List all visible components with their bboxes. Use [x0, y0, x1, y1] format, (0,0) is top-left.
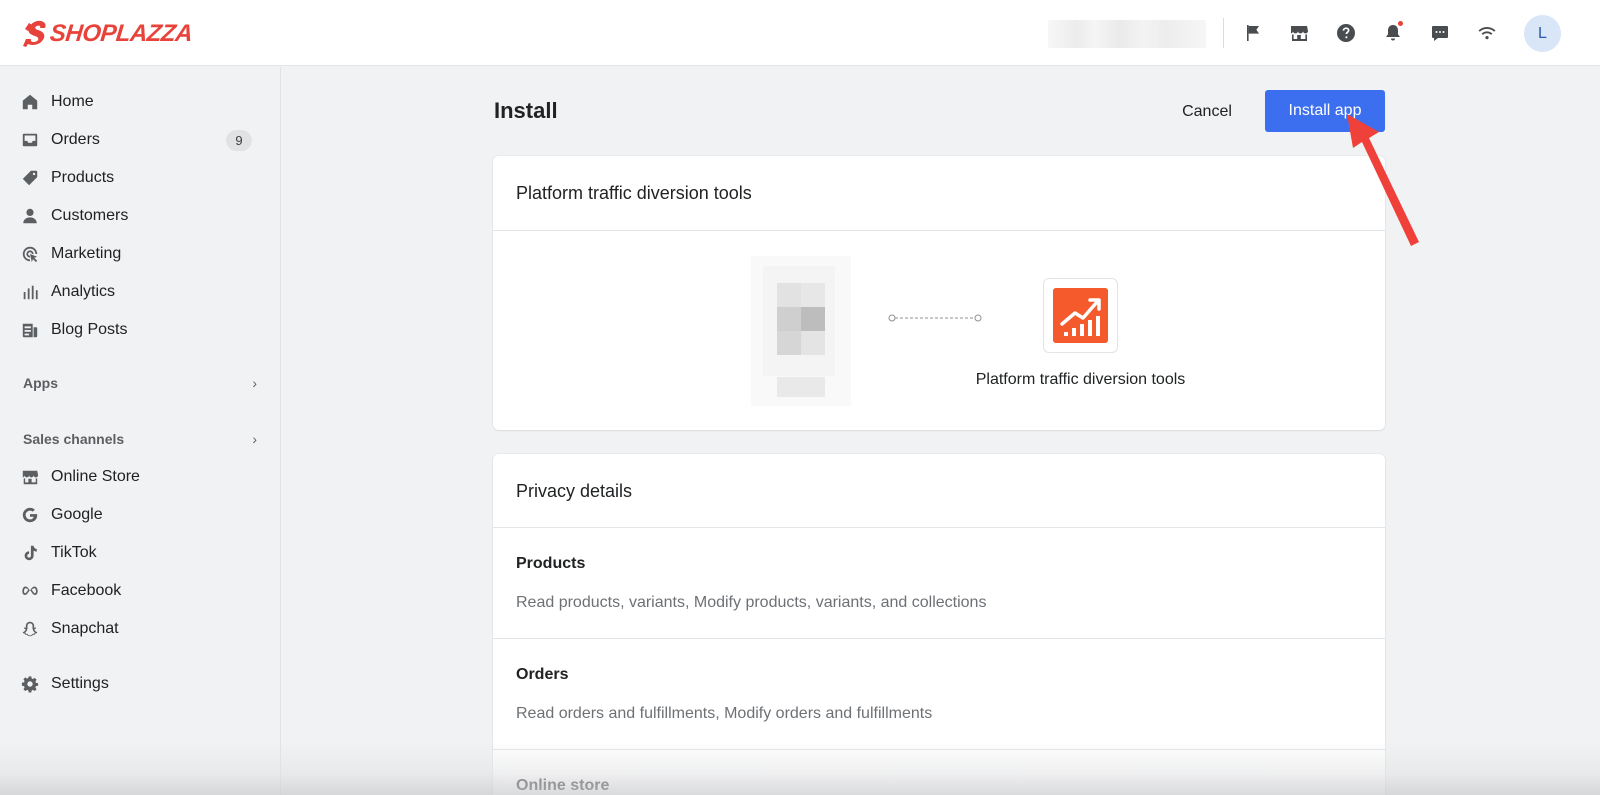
sidebar-item-label: Facebook — [51, 582, 122, 599]
privacy-details-card: Privacy details Products Read products, … — [493, 454, 1385, 795]
permission-title-products: Products — [516, 555, 586, 572]
help-icon[interactable] — [1335, 22, 1357, 44]
sidebar-item-label: Marketing — [51, 245, 122, 262]
privacy-title: Privacy details — [516, 481, 633, 501]
avatar[interactable]: L — [1524, 15, 1561, 52]
bell-icon[interactable] — [1382, 21, 1404, 44]
blog-icon — [20, 320, 40, 340]
app-icon-tile — [1043, 278, 1118, 353]
store-selector[interactable] — [1048, 20, 1206, 48]
card-divider — [493, 230, 1385, 231]
app-name: Platform traffic diversion tools — [975, 371, 1186, 388]
sales-channels-section[interactable]: Sales channels › — [23, 429, 257, 449]
sidebar-item-label: Google — [51, 506, 103, 523]
sidebar-item-tiktok[interactable]: TikTok — [20, 538, 260, 568]
bar-chart-icon — [20, 282, 40, 302]
card-divider — [493, 527, 1385, 528]
home-icon — [20, 92, 40, 112]
gear-icon — [20, 674, 40, 694]
sidebar-item-home[interactable]: Home — [20, 87, 260, 117]
tag-icon — [20, 168, 40, 188]
install-app-button[interactable]: Install app — [1265, 90, 1385, 132]
page-title: Install — [494, 98, 558, 123]
permission-title-orders: Orders — [516, 666, 569, 683]
sidebar-item-label: Snapchat — [51, 620, 119, 637]
sidebar-item-products[interactable]: Products — [20, 163, 260, 193]
orders-count-badge: 9 — [226, 130, 252, 151]
sidebar-item-customers[interactable]: Customers — [20, 201, 260, 231]
chevron-right-icon: › — [252, 431, 257, 447]
shoplazza-logo[interactable]: SHOPLAZZA — [22, 18, 194, 50]
sidebar-item-orders[interactable]: Orders 9 — [20, 125, 260, 155]
target-icon — [20, 244, 40, 264]
person-icon — [20, 206, 40, 226]
connection-line — [888, 314, 982, 322]
permission-desc-products: Read products, variants, Modify products… — [516, 594, 987, 611]
card-divider — [493, 749, 1385, 750]
app-card-title: Platform traffic diversion tools — [516, 183, 752, 203]
sidebar-item-label: Blog Posts — [51, 321, 128, 338]
cancel-button[interactable]: Cancel — [1170, 95, 1244, 129]
sidebar-item-label: Home — [51, 93, 94, 110]
sidebar-item-label: Products — [51, 169, 115, 186]
apps-section[interactable]: Apps › — [23, 373, 257, 393]
sidebar-item-label: Analytics — [51, 283, 116, 300]
shoplazza-mark-icon — [23, 20, 46, 47]
sidebar-item-marketing[interactable]: Marketing — [20, 239, 260, 269]
tiktok-icon — [20, 543, 40, 563]
sidebar-item-label: Settings — [51, 675, 109, 692]
sidebar-item-settings[interactable]: Settings — [20, 669, 260, 699]
chevron-right-icon: › — [252, 375, 257, 391]
traffic-chart-icon — [1053, 288, 1108, 343]
google-icon — [20, 505, 40, 525]
top-bar: SHOPLAZZA L — [0, 0, 1600, 66]
chat-icon[interactable] — [1429, 22, 1451, 44]
sidebar-item-analytics[interactable]: Analytics — [20, 277, 260, 307]
flag-icon[interactable] — [1242, 22, 1264, 44]
meta-icon — [20, 581, 40, 601]
sidebar-item-facebook[interactable]: Facebook — [20, 576, 260, 606]
sidebar-item-label: TikTok — [51, 544, 97, 561]
permission-desc-orders: Read orders and fulfillments, Modify ord… — [516, 705, 933, 722]
sales-channels-label: Sales channels — [23, 431, 125, 447]
header-divider — [1223, 18, 1224, 48]
app-info-card: Platform traffic diversion tools Platfor… — [493, 156, 1385, 430]
brand-name: SHOPLAZZA — [48, 20, 194, 47]
apps-label: Apps — [23, 375, 58, 391]
card-divider — [493, 638, 1385, 639]
sidebar-item-google[interactable]: Google — [20, 500, 260, 530]
store-logo-pixelated — [751, 256, 851, 406]
notification-dot — [1398, 21, 1403, 26]
sidebar-item-label: Online Store — [51, 468, 140, 485]
store-icon — [20, 467, 40, 487]
wifi-icon[interactable] — [1476, 22, 1498, 44]
orders-icon — [20, 130, 40, 150]
sidebar: Home Orders 9 Products Customers Marketi… — [0, 67, 281, 795]
permission-title-online-store: Online store — [516, 777, 610, 794]
sidebar-item-online-store[interactable]: Online Store — [20, 462, 260, 492]
sidebar-item-snapchat[interactable]: Snapchat — [20, 614, 260, 644]
store-icon[interactable] — [1288, 22, 1310, 44]
sidebar-item-blog-posts[interactable]: Blog Posts — [20, 315, 260, 345]
sidebar-item-label: Orders — [51, 131, 100, 148]
snapchat-icon — [20, 619, 40, 639]
sidebar-item-label: Customers — [51, 207, 129, 224]
